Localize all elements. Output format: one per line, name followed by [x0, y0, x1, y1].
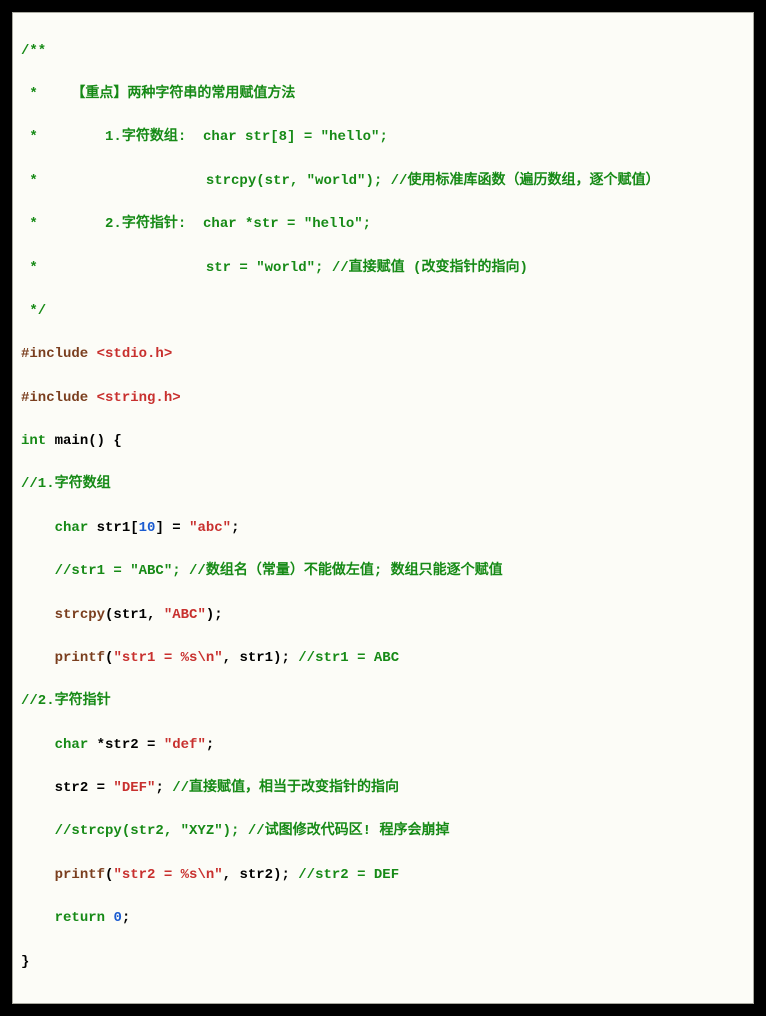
- include-header: <string.h>: [97, 390, 181, 406]
- number: 0: [113, 910, 121, 926]
- comment-line: * 2.字符指针: char *str = "hello";: [21, 216, 371, 232]
- keyword-char: char: [55, 737, 89, 753]
- semi: ;: [231, 520, 239, 536]
- fn-strcpy: strcpy: [55, 607, 105, 623]
- args: , str1);: [223, 650, 299, 666]
- preproc: #include: [21, 346, 97, 362]
- close-brace: }: [21, 954, 29, 970]
- args: (str1,: [105, 607, 164, 623]
- paren: (: [105, 867, 113, 883]
- comment-line: * 1.字符数组: char str[8] = "hello";: [21, 129, 388, 145]
- keyword-return: return: [55, 910, 105, 926]
- string: "DEF": [113, 780, 155, 796]
- comment-line: /**: [21, 43, 46, 59]
- string: "ABC": [164, 607, 206, 623]
- keyword-char: char: [55, 520, 89, 536]
- code-snippet: /** * 【重点】两种字符串的常用赋值方法 * 1.字符数组: char st…: [12, 12, 754, 1004]
- string: "str2 = %s\n": [113, 867, 222, 883]
- args: , str2);: [223, 867, 299, 883]
- number: 10: [139, 520, 156, 536]
- paren: );: [206, 607, 223, 623]
- semi: ;: [206, 737, 214, 753]
- preproc: #include: [21, 390, 97, 406]
- ident: str2 =: [55, 780, 114, 796]
- comment-line: * strcpy(str, "world"); //使用标准库函数（遍历数组，逐…: [21, 173, 659, 189]
- string: "def": [164, 737, 206, 753]
- fn-printf: printf: [55, 867, 105, 883]
- ident: ] =: [155, 520, 189, 536]
- comment: //str1 = ABC: [298, 650, 399, 666]
- comment: //直接赋值，相当于改变指针的指向: [172, 780, 399, 796]
- space: [105, 910, 113, 926]
- semi: ;: [155, 780, 172, 796]
- keyword-int: int: [21, 433, 46, 449]
- string: "str1 = %s\n": [113, 650, 222, 666]
- string: "abc": [189, 520, 231, 536]
- ident: *str2 =: [88, 737, 164, 753]
- paren: (: [105, 650, 113, 666]
- comment: //str1 = "ABC"; //数组名（常量）不能做左值; 数组只能逐个赋值: [55, 563, 503, 579]
- include-header: <stdio.h>: [97, 346, 173, 362]
- comment-line: */: [21, 303, 46, 319]
- semi: ;: [122, 910, 130, 926]
- main-sig: main() {: [46, 433, 122, 449]
- comment: //1.字符数组: [21, 476, 111, 492]
- comment-line: * str = "world"; //直接赋值 (改变指针的指向): [21, 260, 528, 276]
- comment: //2.字符指针: [21, 693, 111, 709]
- comment: //strcpy(str2, "XYZ"); //试图修改代码区! 程序会崩掉: [55, 823, 450, 839]
- fn-printf: printf: [55, 650, 105, 666]
- comment-line: * 【重点】两种字符串的常用赋值方法: [21, 86, 295, 102]
- ident: str1[: [88, 520, 138, 536]
- comment: //str2 = DEF: [298, 867, 399, 883]
